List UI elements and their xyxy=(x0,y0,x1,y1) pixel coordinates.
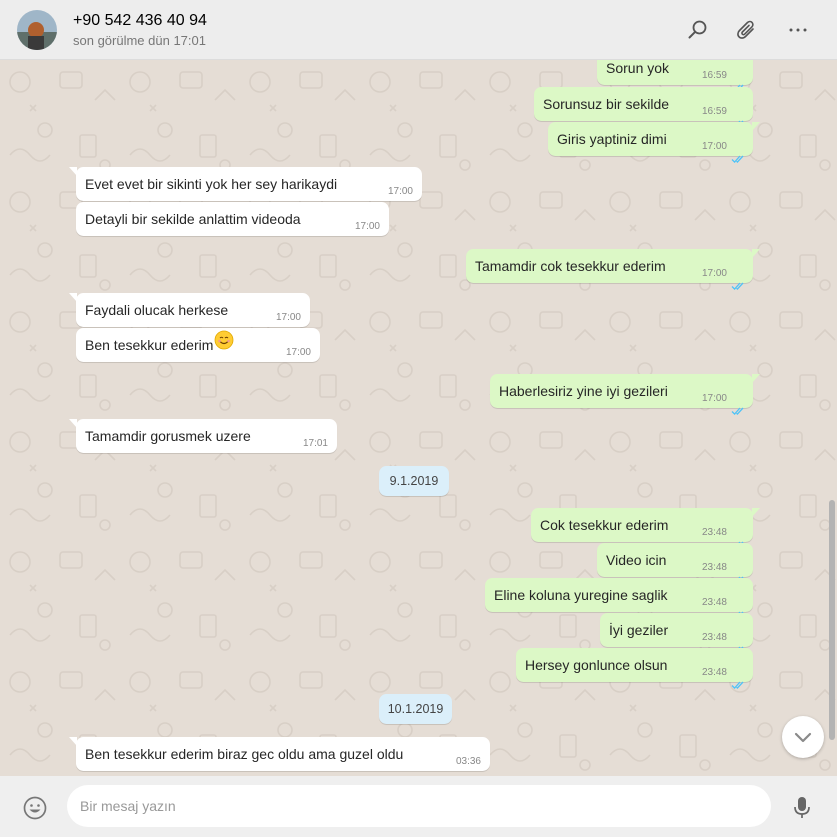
outgoing-message[interactable]: İyi geziler 23:48 xyxy=(600,613,753,655)
outgoing-message[interactable]: Giris yaptiniz dimi 17:00 xyxy=(548,122,760,164)
outgoing-message[interactable]: Eline koluna yuregine saglik 23:48 xyxy=(485,578,753,620)
message-text: Ben tesekkur ederim biraz gec oldu ama g… xyxy=(85,746,404,762)
incoming-message[interactable]: Detayli bir sekilde anlattim videoda 17:0… xyxy=(76,202,389,236)
message-time: 17:01 xyxy=(302,438,328,449)
scroll-to-bottom-button[interactable] xyxy=(782,716,824,758)
message-text: Ben tesekkur ederim xyxy=(85,337,214,353)
chat-header: +90 542 436 40 94 son görülme dün 17:01 xyxy=(0,0,837,60)
message-time: 23:48 xyxy=(701,597,727,608)
message-time: 17:00 xyxy=(354,221,380,232)
message-time: 17:00 xyxy=(701,268,727,279)
message-text: Tamamdir gorusmek uzere xyxy=(85,428,251,444)
message-text: İyi geziler xyxy=(609,622,669,638)
outgoing-message[interactable]: Cok tesekkur ederim 23:48 xyxy=(531,508,760,550)
message-time: 16:59 xyxy=(701,106,727,117)
message-text: Tamamdir cok tesekkur ederim xyxy=(475,258,666,274)
message-text: Hersey gonlunce olsun xyxy=(525,657,668,673)
outgoing-message[interactable]: Haberlesiriz yine iyi gezileri 17:00 xyxy=(490,374,760,416)
chat-area[interactable]: Sorun yok 16:59 Sorunsuz bir sekilde 16:59 G… xyxy=(0,60,837,776)
search-icon[interactable] xyxy=(686,18,710,42)
message-text: Cok tesekkur ederim xyxy=(540,517,669,533)
read-receipt-icon xyxy=(731,598,747,620)
incoming-message[interactable]: Evet evet bir sikinti yok her sey harika… xyxy=(69,167,422,201)
attach-icon[interactable] xyxy=(736,18,760,42)
message-time: 23:48 xyxy=(701,632,727,643)
incoming-message[interactable]: Faydali olucak herkese 17:00 xyxy=(69,293,310,327)
incoming-message[interactable]: Ben tesekkur ederim 17:00 xyxy=(76,328,320,362)
message-text: Detayli bir sekilde anlattim videoda xyxy=(85,211,301,227)
chat-scrollbar[interactable] xyxy=(829,500,835,740)
menu-icon[interactable] xyxy=(786,18,810,42)
date-separator: 10.1.2019 xyxy=(379,694,452,724)
chevron-down-icon xyxy=(794,732,812,743)
outgoing-message[interactable]: Hersey gonlunce olsun 23:48 xyxy=(516,648,753,690)
last-seen-status: son görülme dün 17:01 xyxy=(73,33,206,48)
smiling-face-emoji xyxy=(214,328,234,362)
outgoing-message[interactable]: Video icin 23:48 xyxy=(597,543,753,585)
read-receipt-icon xyxy=(731,394,747,416)
message-time: 23:48 xyxy=(701,667,727,678)
message-text: Sorun yok xyxy=(606,60,670,76)
outgoing-message[interactable]: Sorun yok 16:59 xyxy=(597,60,753,93)
message-time: 17:00 xyxy=(285,347,311,358)
message-text: Video icin xyxy=(606,552,667,568)
read-receipt-icon xyxy=(731,269,747,291)
date-separator: 9.1.2019 xyxy=(379,466,449,496)
message-time: 17:00 xyxy=(701,141,727,152)
composer-bar xyxy=(0,776,837,837)
message-time: 03:36 xyxy=(455,756,481,767)
message-time: 23:48 xyxy=(701,527,727,538)
read-receipt-icon xyxy=(731,71,747,93)
microphone-icon[interactable] xyxy=(792,795,812,821)
emoji-icon[interactable] xyxy=(22,795,48,821)
message-text: Faydali olucak herkese xyxy=(85,302,229,318)
read-receipt-icon xyxy=(731,142,747,164)
message-time: 17:00 xyxy=(275,312,301,323)
message-text: Giris yaptiniz dimi xyxy=(557,131,667,147)
read-receipt-icon xyxy=(731,563,747,585)
outgoing-message[interactable]: Sorunsuz bir sekilde 16:59 xyxy=(534,87,753,129)
message-time: 23:48 xyxy=(701,562,727,573)
read-receipt-icon xyxy=(731,633,747,655)
contact-avatar[interactable] xyxy=(17,10,57,50)
message-text: Eline koluna yuregine saglik xyxy=(494,587,668,603)
outgoing-message[interactable]: Tamamdir cok tesekkur ederim 17:00 xyxy=(466,249,760,291)
incoming-message[interactable]: Ben tesekkur ederim biraz gec oldu ama g… xyxy=(69,737,490,771)
incoming-message[interactable]: Tamamdir gorusmek uzere 17:01 xyxy=(69,419,337,453)
contact-name[interactable]: +90 542 436 40 94 xyxy=(73,12,207,30)
message-time: 17:00 xyxy=(387,186,413,197)
message-time: 17:00 xyxy=(701,393,727,404)
message-text: Evet evet bir sikinti yok her sey harika… xyxy=(85,176,338,192)
message-input[interactable] xyxy=(67,785,771,827)
message-text: Sorunsuz bir sekilde xyxy=(543,96,670,112)
read-receipt-icon xyxy=(731,107,747,129)
read-receipt-icon xyxy=(731,528,747,550)
message-time: 16:59 xyxy=(701,70,727,81)
read-receipt-icon xyxy=(731,668,747,690)
message-text: Haberlesiriz yine iyi gezileri xyxy=(499,383,668,399)
